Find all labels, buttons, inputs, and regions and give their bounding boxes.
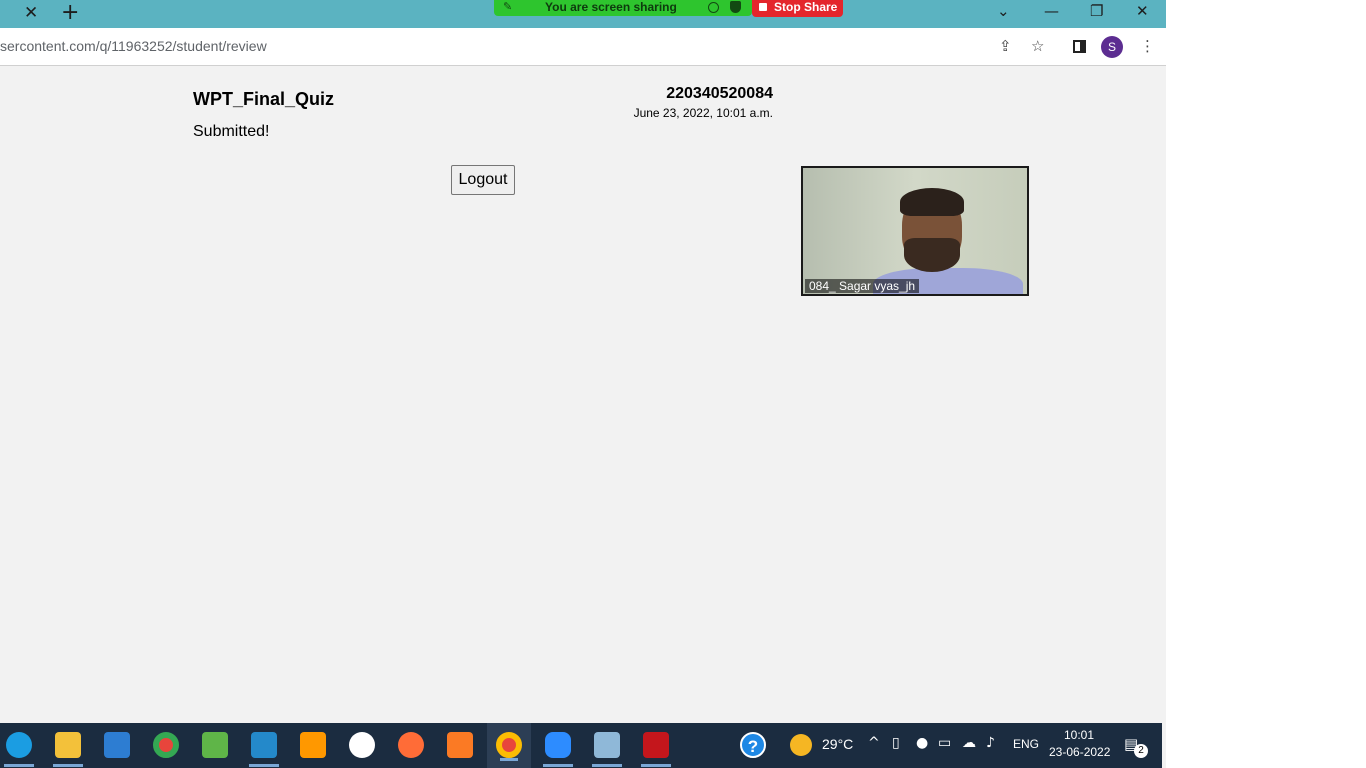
screen-sharing-label: You are screen sharing xyxy=(545,0,677,14)
participant-beard xyxy=(904,238,960,272)
screen: ✕ + ✎ You are screen sharing Stop Share … xyxy=(0,0,1166,768)
submission-date: June 23, 2022, 10:01 a.m. xyxy=(633,106,773,120)
edge-icon[interactable] xyxy=(4,732,34,767)
volume-icon[interactable]: ♪ xyxy=(986,735,995,751)
annotate-icon[interactable]: ✎ xyxy=(503,0,512,13)
notification-count-badge: 2 xyxy=(1134,744,1148,758)
profile-avatar[interactable]: S xyxy=(1101,36,1123,58)
security-shield-icon[interactable] xyxy=(730,1,741,13)
file-explorer-icon[interactable] xyxy=(53,732,83,767)
help-icon[interactable]: ? xyxy=(740,732,766,758)
close-window-icon[interactable]: ✕ xyxy=(1136,2,1149,20)
mongodb-compass-icon[interactable] xyxy=(349,732,375,758)
share-page-icon[interactable]: ⇪ xyxy=(999,37,1012,55)
student-id: 220340520084 xyxy=(666,85,773,102)
stop-icon xyxy=(759,3,767,11)
logout-button[interactable]: Logout xyxy=(451,165,515,195)
vs-code-icon[interactable] xyxy=(249,732,279,767)
tray-overflow-chevron-icon[interactable]: ^ xyxy=(868,735,880,751)
chrome-profile-icon[interactable] xyxy=(496,732,522,761)
blank-right-margin xyxy=(1166,0,1366,768)
chrome-icon[interactable] xyxy=(153,732,179,758)
submission-status: Submitted! xyxy=(193,123,270,140)
network-icon[interactable]: ☁ xyxy=(962,735,976,751)
minimize-icon[interactable]: — xyxy=(1044,2,1059,20)
clock-date[interactable]: 23-06-2022 xyxy=(1049,745,1110,759)
xampp-icon[interactable] xyxy=(447,732,473,758)
acrobat-reader-icon[interactable] xyxy=(641,732,671,767)
microphone-icon[interactable]: ● xyxy=(916,735,928,751)
microsoft-store-icon[interactable] xyxy=(104,732,130,758)
stop-share-label: Stop Share xyxy=(774,0,838,14)
temperature[interactable]: 29°C xyxy=(822,736,853,752)
restore-icon[interactable]: ❐ xyxy=(1090,2,1103,20)
zoom-icon[interactable] xyxy=(543,732,573,767)
clock-time[interactable]: 10:01 xyxy=(1064,728,1094,742)
bookmark-star-icon[interactable]: ☆ xyxy=(1031,37,1044,55)
close-tab-icon[interactable]: ✕ xyxy=(24,3,38,23)
new-tab-button[interactable]: + xyxy=(61,0,79,25)
address-bar[interactable]: sercontent.com/q/11963252/student/review xyxy=(0,38,267,54)
weather-icon[interactable] xyxy=(790,734,812,756)
language-indicator[interactable]: ENG xyxy=(1013,737,1039,751)
address-bar-row: sercontent.com/q/11963252/student/review… xyxy=(0,28,1166,66)
participant-name: 084_ Sagar vyas_jh xyxy=(805,279,920,293)
screen-sharing-banner[interactable]: ✎ You are screen sharing xyxy=(494,0,752,16)
tab-strip: ✕ + ✎ You are screen sharing Stop Share … xyxy=(0,0,1166,28)
participant-hair xyxy=(900,188,964,216)
pause-share-icon[interactable] xyxy=(708,2,719,13)
menu-kebab-icon[interactable]: ⋮ xyxy=(1140,37,1155,55)
participant-video-tile[interactable]: 084_ Sagar vyas_jh xyxy=(801,166,1029,296)
stop-share-button[interactable]: Stop Share xyxy=(752,0,843,17)
postman-icon[interactable] xyxy=(398,732,424,758)
sublime-text-icon[interactable] xyxy=(300,732,326,758)
tray-app-icon[interactable]: ▯ xyxy=(892,735,900,751)
notepad-icon[interactable] xyxy=(592,732,622,767)
side-panel-icon[interactable] xyxy=(1073,40,1086,53)
snipping-tool-icon[interactable] xyxy=(202,732,228,758)
tab-search-icon[interactable]: ⌄ xyxy=(997,2,1010,20)
quiz-title: WPT_Final_Quiz xyxy=(193,89,335,109)
taskbar: ? 29°C ^ ▯ ● ▭ ☁ ♪ ENG 10:01 23-06-2022 … xyxy=(0,723,1162,768)
battery-icon[interactable]: ▭ xyxy=(938,735,951,751)
